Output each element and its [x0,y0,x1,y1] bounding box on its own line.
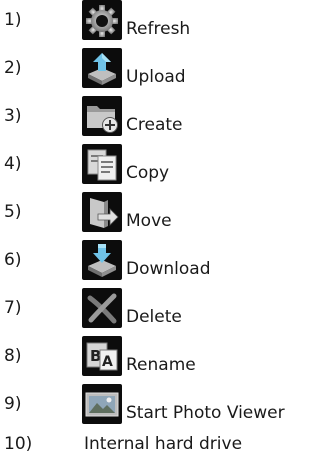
create-folder-icon[interactable] [82,96,122,136]
item-number: 6) [4,250,22,270]
legend-item-upload: 2) Upload [0,48,333,88]
item-label: Delete [126,307,182,327]
item-number: 9) [4,394,22,414]
legend-item-create: 3) Create [0,96,333,136]
legend-item-refresh: 1) Refresh [0,0,333,40]
rename-icon[interactable]: B A [82,336,122,376]
upload-icon[interactable] [82,48,122,88]
copy-icon[interactable] [82,144,122,184]
item-number: 5) [4,202,22,222]
photo-viewer-icon[interactable] [82,384,122,424]
item-number: 3) [4,106,22,126]
legend-item-copy: 4) Copy [0,144,333,184]
item-label: Create [126,115,183,135]
item-number: 7) [4,298,22,318]
legend-item-start-photo-viewer: 9) Start Photo Viewer [0,384,333,424]
move-icon[interactable] [82,192,122,232]
delete-icon[interactable] [82,288,122,328]
item-number: 8) [4,346,22,366]
legend-item-internal-hard-drive: 10) Internal hard drive [0,424,333,464]
item-number: 4) [4,154,22,174]
legend-item-delete: 7) Delete [0,288,333,328]
item-label: Internal hard drive [84,434,243,454]
refresh-gear-icon[interactable] [82,0,122,40]
item-number: 10) [4,434,33,454]
item-label: Download [126,259,211,279]
legend-item-move: 5) Move [0,192,333,232]
item-number: 2) [4,58,22,78]
item-label: Rename [126,355,196,375]
item-label: Upload [126,67,186,87]
item-label: Copy [126,163,170,183]
svg-text:A: A [102,354,113,370]
item-number: 1) [4,10,22,30]
item-label: Move [126,211,172,231]
download-icon[interactable] [82,240,122,280]
legend-item-rename: 8) B A Rename [0,336,333,376]
legend-item-download: 6) Download [0,240,333,280]
item-label: Refresh [126,19,191,39]
